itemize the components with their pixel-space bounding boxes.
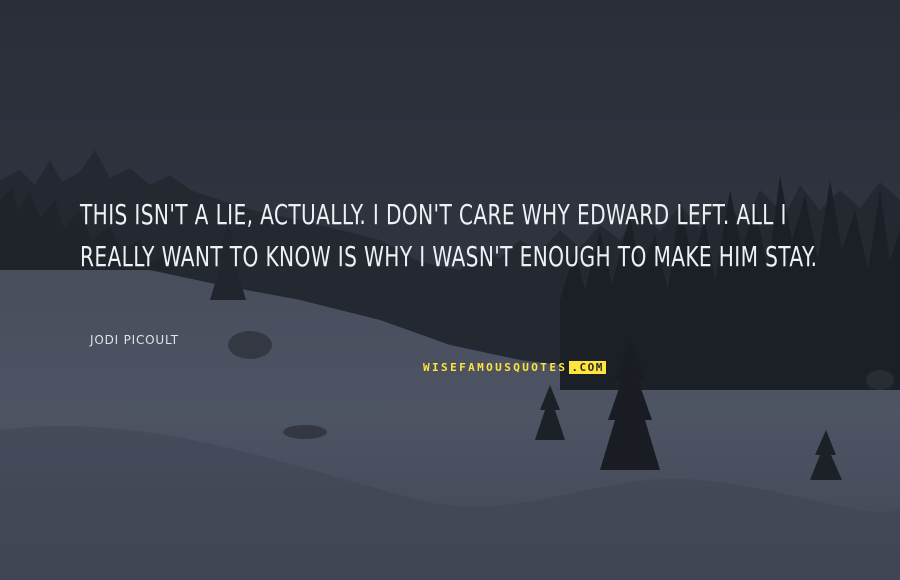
watermark-suffix: .COM [569,360,606,374]
watermark-logo: WISEFAMOUSQUOTES .COM [420,359,609,375]
watermark-text: WISEFAMOUSQUOTES [423,360,568,374]
quote-text: THIS ISN'T A LIE, ACTUALLY. I DON'T CARE… [80,198,818,273]
dark-overlay [0,0,900,580]
quote-author: JODI PICOULT [90,333,179,347]
quote-block: THIS ISN'T A LIE, ACTUALLY. I DON'T CARE… [80,194,840,278]
snowy-landscape-background [0,0,900,580]
